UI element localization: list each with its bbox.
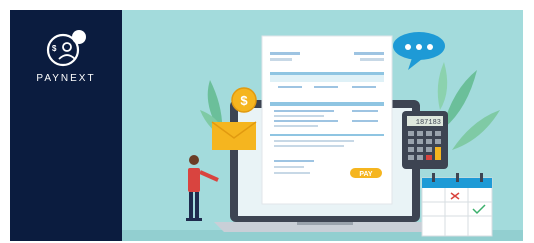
svg-text:$: $: [52, 44, 57, 53]
calculator-icon: 187183: [402, 111, 448, 169]
hero-banner: $ PAYNEXT PAY $ 187183: [10, 10, 523, 241]
person-figure-icon: [186, 155, 219, 221]
svg-text:$: $: [240, 93, 248, 108]
dollar-user-icon: $: [46, 30, 86, 67]
invoice-payment-illustration: PAY $ 187183: [122, 32, 523, 241]
brand-name: PAYNEXT: [36, 73, 96, 84]
illustration: PAY $ 187183: [122, 10, 523, 241]
envelope-icon: [211, 121, 257, 150]
chat-dots-icon: [393, 32, 445, 70]
dollar-coin-icon: $: [231, 87, 257, 113]
invoice-document: PAY: [261, 35, 393, 205]
brand-panel: $ PAYNEXT: [10, 10, 122, 241]
calendar-icon: [421, 173, 493, 237]
pay-button-label: PAY: [359, 171, 373, 178]
calculator-display: 187183: [416, 119, 441, 127]
